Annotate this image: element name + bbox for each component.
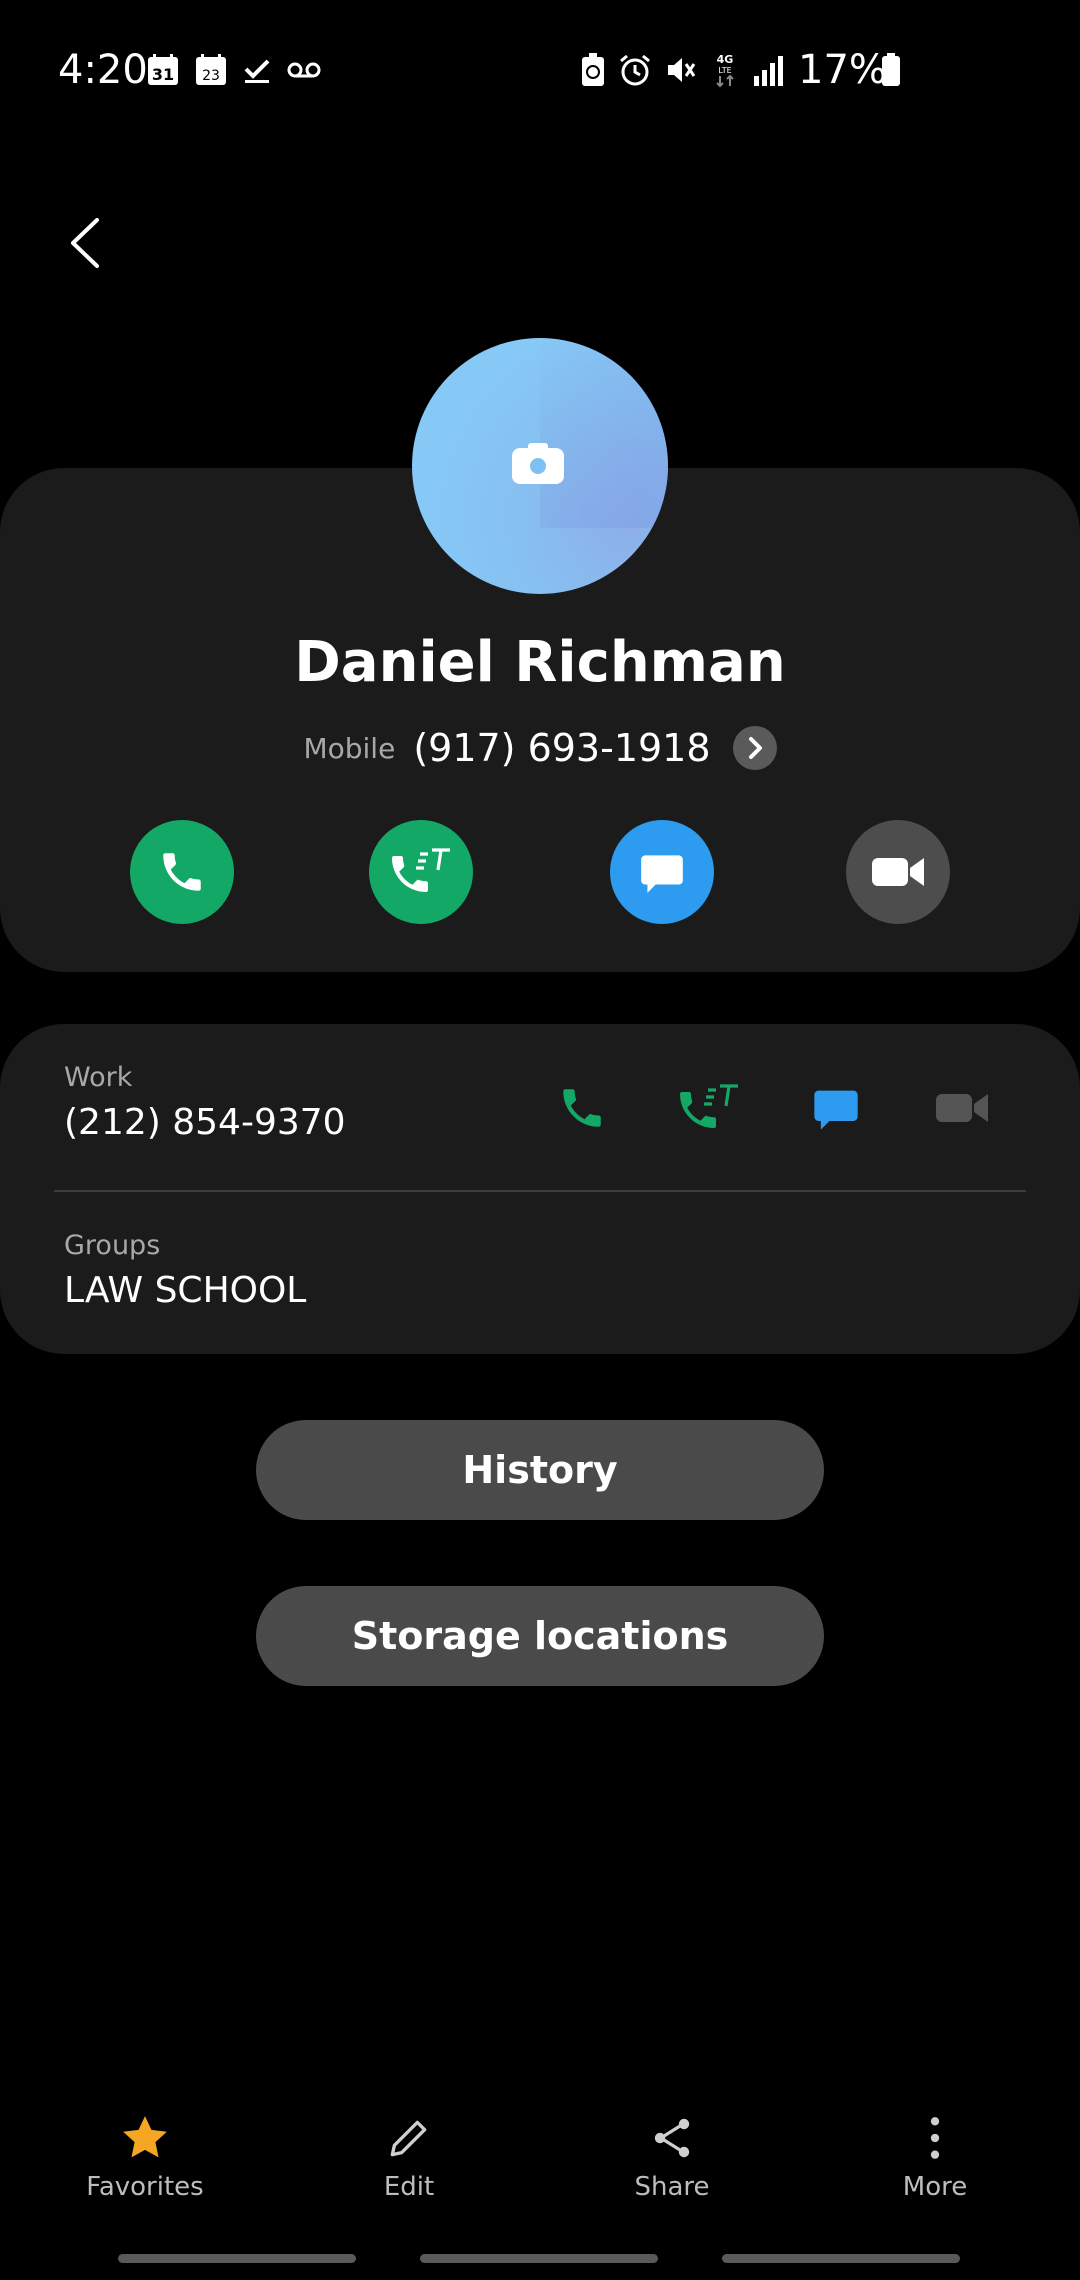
work-rtt-call-icon[interactable] <box>674 1080 744 1136</box>
mute-icon <box>664 52 698 88</box>
work-label: Work <box>64 1062 133 1093</box>
call-icon <box>163 853 201 891</box>
divider <box>54 1190 1026 1192</box>
gesture-bar-center <box>420 2254 658 2263</box>
mobile-row[interactable]: Mobile (917) 693-1918 <box>0 722 1080 774</box>
calendar-23-icon: 23 <box>194 52 228 88</box>
back-button[interactable] <box>50 200 118 286</box>
more-vertical-icon <box>925 2110 945 2166</box>
svg-text:LTE: LTE <box>718 66 731 75</box>
battery-percentage: 17% <box>798 47 887 93</box>
svg-text:23: 23 <box>202 68 220 84</box>
camera-icon[interactable] <box>510 442 566 486</box>
more-button[interactable]: More <box>835 2110 1035 2220</box>
pencil-icon <box>384 2110 434 2166</box>
video-call-icon <box>872 858 924 886</box>
groups-value[interactable]: LAW SCHOOL <box>64 1270 306 1311</box>
work-message-icon[interactable] <box>808 1080 864 1136</box>
checkmark-icon <box>242 52 272 88</box>
mobile-number[interactable]: (917) 693-1918 <box>413 726 710 770</box>
share-icon <box>648 2110 696 2166</box>
mobile-label: Mobile <box>303 731 396 765</box>
chevron-right-icon[interactable] <box>732 726 777 770</box>
message-icon <box>641 855 683 893</box>
message-button[interactable] <box>610 820 714 924</box>
work-video-call-icon[interactable] <box>934 1080 990 1136</box>
alarm-icon <box>618 52 652 88</box>
share-button[interactable]: Share <box>572 2110 772 2220</box>
call-button[interactable] <box>130 820 234 924</box>
rtt-call-button[interactable] <box>369 820 473 924</box>
favorites-label: Favorites <box>86 2172 204 2202</box>
storage-locations-button[interactable]: Storage locations <box>256 1586 824 1686</box>
battery-icon <box>880 52 902 88</box>
signal-icon <box>752 52 786 88</box>
favorites-button[interactable]: Favorites <box>45 2110 245 2220</box>
more-label: More <box>902 2172 968 2202</box>
rtt-call-icon <box>392 848 450 892</box>
edit-button[interactable]: Edit <box>309 2110 509 2220</box>
gesture-bar-right <box>722 2254 960 2263</box>
edit-label: Edit <box>383 2172 435 2202</box>
groups-label: Groups <box>64 1230 161 1261</box>
battery-saver-icon <box>580 52 606 88</box>
work-call-icon[interactable] <box>554 1080 610 1136</box>
history-button[interactable]: History <box>256 1420 824 1520</box>
video-call-button[interactable] <box>846 820 950 924</box>
star-icon <box>120 2110 170 2166</box>
calendar-31-icon: 31 <box>146 52 180 88</box>
work-number[interactable]: (212) 854-9370 <box>64 1102 346 1143</box>
share-label: Share <box>634 2172 710 2202</box>
contact-name: Daniel Richman <box>294 630 786 695</box>
voicemail-icon <box>286 52 322 88</box>
svg-text:31: 31 <box>152 65 174 84</box>
chevron-left-icon <box>71 218 99 268</box>
svg-text:4G: 4G <box>717 53 734 66</box>
status-time: 4:20 <box>58 47 148 93</box>
gesture-bar-left <box>118 2254 356 2263</box>
4g-lte-icon: 4G LTE <box>710 52 740 88</box>
